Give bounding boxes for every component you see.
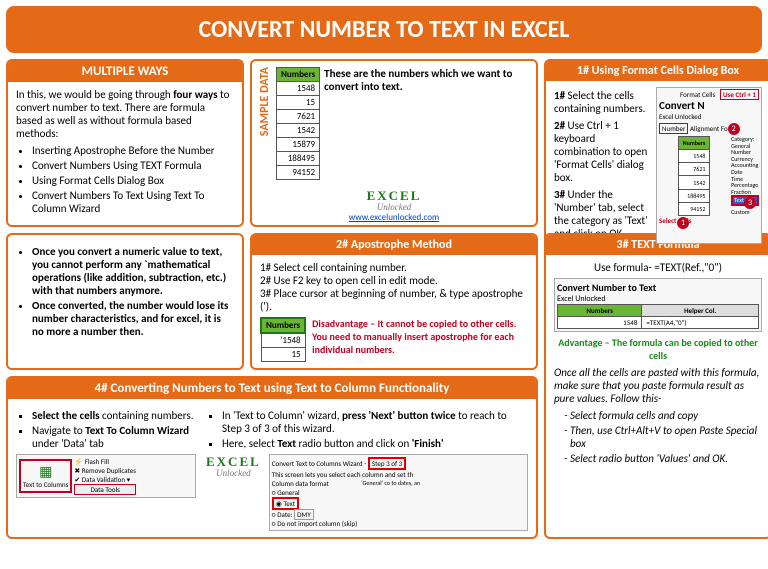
apos-disadvantage: Disadvantage – It cannot be copied to ot… <box>312 317 528 362</box>
note-item: Once converted, the number would lose it… <box>32 299 234 338</box>
textf-thumb: Convert Number to Text Excel Unlocked Nu… <box>554 278 762 332</box>
card-multiple-ways: MULTIPLE WAYS In this, we would be going… <box>6 59 244 227</box>
list-item: Convert Numbers Using TEXT Formula <box>32 159 234 172</box>
card-notes: Once you convert a numeric value to text… <box>6 233 244 370</box>
card-text-to-column: 4# Converting Numbers to Text using Text… <box>6 376 538 539</box>
textf-advantage: Advantage – The formula can be copied to… <box>554 336 762 362</box>
ribbon-thumb: ▦ Text to Columns ⚡ Flash Fill ✖ Remove … <box>16 454 196 498</box>
header-apostrophe: 2# Apostrophe Method <box>252 235 536 255</box>
card-text-formula: 3# TEXT Formula Use formula- =TEXT(Ref.,… <box>544 233 768 539</box>
format-cells-thumb: Format Cells Use Ctrl + 1 Convert N Exce… <box>656 87 762 244</box>
main-title: CONVERT NUMBER TO TEXT IN EXCEL <box>6 6 762 53</box>
logo-block: EXCEL Unlocked www.excelunlocked.com <box>349 188 439 223</box>
multiple-list: Inserting Apostrophe Before the Number C… <box>16 144 234 215</box>
header-multiple: MULTIPLE WAYS <box>8 61 242 82</box>
apos-thumb: Numbers '1548 15 <box>260 317 306 362</box>
sample-caption: These are the numbers which we want to c… <box>324 67 530 93</box>
sample-table: Numbers 1548 15 7621 1542 15879 188495 9… <box>276 67 320 180</box>
list-item: Using Format Cells Dialog Box <box>32 174 234 187</box>
list-item: Select radio button 'Values' and OK. <box>570 452 762 465</box>
list-item: Inserting Apostrophe Before the Number <box>32 144 234 157</box>
multiple-intro: In this, we would be going through four … <box>16 88 229 140</box>
header-format-cells: 1# Using Format Cells Dialog Box <box>546 61 768 81</box>
list-item: Convert Numbers To Text Using Text To Co… <box>32 189 234 215</box>
list-item: Select formula cells and copy <box>570 409 762 422</box>
sample-label: SAMPLE DATA <box>258 67 272 136</box>
header-t2c: 4# Converting Numbers to Text using Text… <box>8 378 536 399</box>
logo-block-2: EXCEL Unlocked <box>206 454 261 478</box>
wizard-thumb: Convert Text to Columns Wizard - Step 3 … <box>269 454 528 531</box>
list-item: Then, use Ctrl+Alt+V to open Paste Speci… <box>570 424 762 450</box>
card-apostrophe: 2# Apostrophe Method 1# Select cell cont… <box>250 233 538 370</box>
note-item: Once you convert a numeric value to text… <box>32 245 234 297</box>
